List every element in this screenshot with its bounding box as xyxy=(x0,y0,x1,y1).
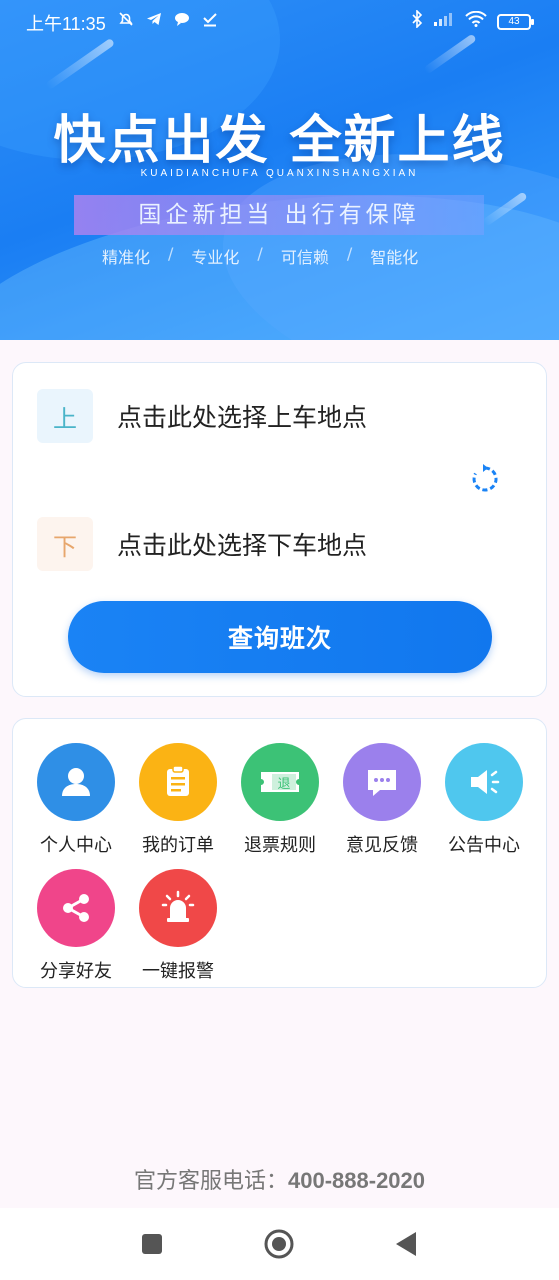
pickup-text: 点击此处选择上车地点 xyxy=(117,403,368,432)
checkmark-icon xyxy=(202,11,218,27)
menu-item-refund-rules[interactable]: 退 退票规则 xyxy=(232,743,328,857)
menu-label: 一键报警 xyxy=(142,961,214,982)
menu-label: 公告中心 xyxy=(448,835,520,856)
user-icon xyxy=(37,743,115,821)
menu-label: 退票规则 xyxy=(244,835,316,856)
dropoff-text: 点击此处选择下车地点 xyxy=(117,531,368,560)
bluetooth-icon xyxy=(411,9,423,33)
battery-icon: 43 xyxy=(497,13,534,30)
telegram-icon xyxy=(146,11,162,27)
tag-separator: / xyxy=(168,244,174,263)
hotline-label: 官方客服电话： xyxy=(133,1169,288,1194)
tag-separator: / xyxy=(257,244,263,263)
alarm-off-icon xyxy=(118,11,134,27)
banner-tag: 可信赖 xyxy=(280,248,329,267)
customer-service-hotline[interactable]: 官方客服电话：400-888-2020 xyxy=(0,1163,559,1195)
menu-item-emergency[interactable]: 一键报警 xyxy=(130,869,226,983)
home-icon[interactable] xyxy=(263,1228,295,1260)
menu-item-share[interactable]: 分享好友 xyxy=(28,869,124,983)
menu-item-announcements[interactable]: 公告中心 xyxy=(436,743,532,857)
menu-label: 我的订单 xyxy=(142,835,214,856)
alarm-siren-icon xyxy=(139,869,217,947)
recent-apps-icon[interactable] xyxy=(136,1228,168,1260)
back-icon[interactable] xyxy=(390,1228,422,1260)
banner-tag: 智能化 xyxy=(370,248,419,267)
hotline-number[interactable]: 400-888-2020 xyxy=(288,1168,425,1193)
dropoff-badge: 下 xyxy=(37,517,93,571)
menu-card: 个人中心 我的订单 退 退票规则 意见反馈 公告中心 分享好友 一键报警 xyxy=(12,718,547,988)
signal-icon xyxy=(433,11,455,32)
tag-separator: / xyxy=(346,244,353,263)
banner-tag: 专业化 xyxy=(191,248,240,267)
menu-label: 意见反馈 xyxy=(346,835,418,856)
banner-tag: 精准化 xyxy=(102,248,151,267)
pickup-selector[interactable]: 上 点击此处选择上车地点 xyxy=(37,389,367,443)
wifi-icon xyxy=(465,10,487,32)
banner-headline: 快点出发 全新上线 xyxy=(53,111,506,171)
clipboard-icon xyxy=(139,743,217,821)
banner-slogan: 国企新担当 出行有保障 xyxy=(74,195,484,235)
banner-tags: 精准化 / 专业化 / 可信赖 / 智能化 xyxy=(102,244,418,268)
status-bar: 上午11:35 43 xyxy=(0,0,559,44)
message-icon xyxy=(343,743,421,821)
menu-label: 分享好友 xyxy=(40,961,112,982)
ticket-refund-icon: 退 xyxy=(241,743,319,821)
chat-icon xyxy=(174,11,190,27)
menu-label: 个人中心 xyxy=(40,835,112,856)
menu-item-orders[interactable]: 我的订单 xyxy=(130,743,226,857)
dropoff-selector[interactable]: 下 点击此处选择下车地点 xyxy=(37,517,367,571)
query-schedule-button[interactable]: 查询班次 xyxy=(68,601,492,673)
menu-item-feedback[interactable]: 意见反馈 xyxy=(334,743,430,857)
speaker-icon xyxy=(445,743,523,821)
share-icon xyxy=(37,869,115,947)
swap-icon[interactable] xyxy=(469,463,501,495)
svg-text:退: 退 xyxy=(277,777,290,792)
route-card: 上 点击此处选择上车地点 下 点击此处选择下车地点 查询班次 xyxy=(12,362,547,697)
banner-pinyin: KUAIDIANCHUFA QUANXINSHANGXIAN xyxy=(140,168,419,179)
system-navbar xyxy=(0,1208,559,1280)
pickup-badge: 上 xyxy=(37,389,93,443)
hero-banner: 上午11:35 43 快点出发 全新上线 KUAIDIANCHUFA QUANX… xyxy=(0,0,559,340)
status-time: 上午11:35 xyxy=(26,14,106,34)
menu-item-profile[interactable]: 个人中心 xyxy=(28,743,124,857)
